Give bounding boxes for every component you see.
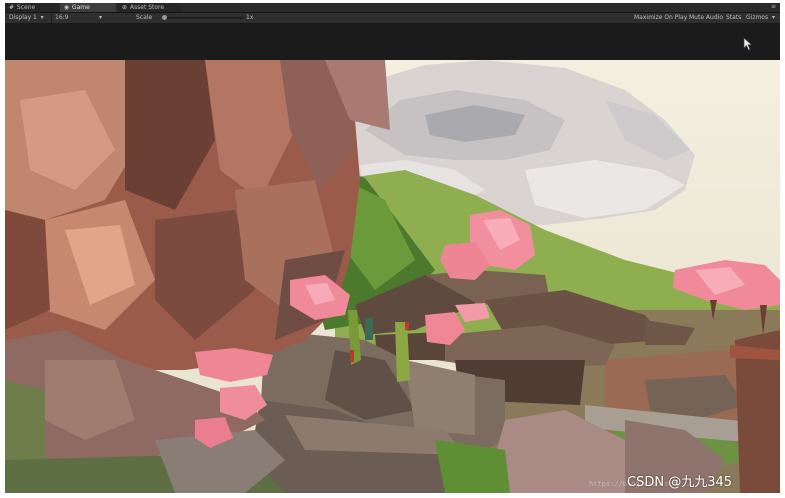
maximize-on-play-toggle[interactable]: Maximize On Play: [634, 13, 687, 23]
gamepad-icon: ◉: [63, 4, 70, 11]
window-menu-icon[interactable]: ≡: [771, 3, 776, 12]
display-select-value: Display 1: [9, 14, 37, 21]
gizmos-dropdown[interactable]: Gizmos ▾: [746, 13, 775, 23]
store-icon: ⊛: [121, 4, 128, 11]
chevron-down-icon: ▾: [38, 14, 44, 21]
tab-asset-store[interactable]: ⊛ Asset Store: [118, 3, 182, 12]
scale-slider-track[interactable]: [165, 17, 243, 19]
tab-asset-store-label: Asset Store: [129, 4, 165, 11]
low-poly-scene-render: [5, 60, 780, 493]
toolbar-divider: [51, 14, 52, 22]
aspect-ratio-value: 16:9: [55, 14, 69, 21]
unity-editor-game-panel: # Scene ◉ Game ⊛ Asset Store ≡ Display 1…: [5, 3, 780, 493]
tab-bar: # Scene ◉ Game ⊛ Asset Store ≡: [5, 3, 780, 13]
game-toolbar: Display 1 ▾ 16:9 ▾ Scale 1x Maximize On …: [5, 13, 780, 24]
stats-toggle[interactable]: Stats: [726, 13, 741, 23]
aspect-ratio-select[interactable]: 16:9 ▾: [55, 13, 102, 23]
mute-audio-toggle[interactable]: Mute Audio: [689, 13, 723, 23]
scale-label: Scale: [136, 14, 153, 21]
tab-scene-label: Scene: [16, 4, 36, 11]
watermark-author: CSDN @九九345: [627, 475, 733, 490]
grid-icon: #: [8, 4, 15, 11]
tab-game[interactable]: ◉ Game: [60, 3, 116, 12]
tab-scene[interactable]: # Scene: [5, 3, 58, 12]
chevron-down-icon: ▾: [70, 14, 103, 21]
game-view-viewport[interactable]: [5, 60, 780, 493]
chevron-down-icon: ▾: [770, 14, 775, 21]
mouse-cursor-icon: [743, 37, 753, 51]
scale-slider-thumb[interactable]: [162, 15, 167, 20]
gizmos-label: Gizmos: [746, 14, 769, 21]
display-select[interactable]: Display 1 ▾: [9, 13, 44, 23]
tab-game-label: Game: [71, 4, 90, 11]
scale-value: 1x: [246, 14, 254, 21]
